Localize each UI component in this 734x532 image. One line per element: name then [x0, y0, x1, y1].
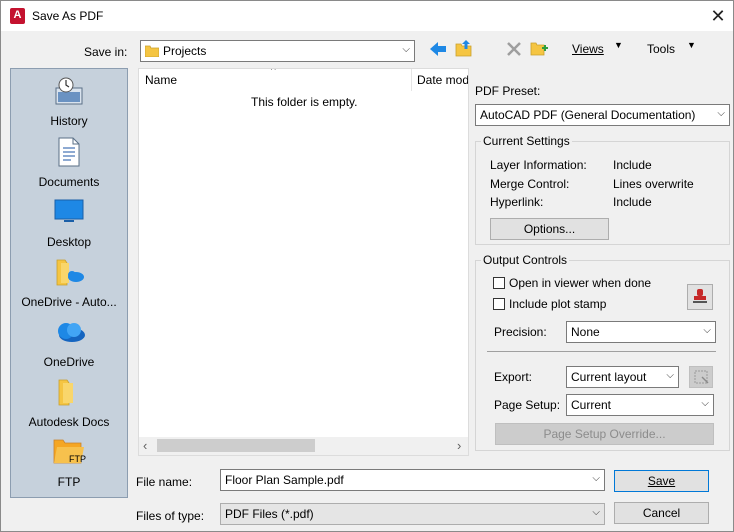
- tools-dropdown-arrow-icon[interactable]: ▼: [687, 40, 696, 50]
- chevron-down-icon: ⌵: [701, 398, 709, 409]
- back-arrow-icon[interactable]: [429, 41, 447, 57]
- documents-icon: [58, 137, 80, 167]
- include-plot-stamp-checkbox[interactable]: [493, 298, 505, 310]
- sort-ascending-icon: ^: [271, 68, 276, 76]
- place-label: OneDrive - Auto...: [21, 295, 117, 309]
- onedrive-cloud-icon: [58, 323, 85, 342]
- delete-icon[interactable]: [506, 41, 522, 57]
- save-as-pdf-dialog: A Save As PDF ✕ Save in: Projects ⌵ View…: [0, 0, 734, 532]
- include-plot-stamp-label[interactable]: Include plot stamp: [509, 297, 606, 311]
- place-onedrive[interactable]: OneDrive: [11, 315, 127, 373]
- place-documents[interactable]: Documents: [11, 135, 127, 193]
- chevron-down-icon: ⌵: [592, 507, 600, 518]
- views-dropdown-arrow-icon[interactable]: ▼: [614, 40, 623, 50]
- history-icon: [55, 77, 83, 105]
- save-in-value: Projects: [163, 44, 207, 58]
- output-controls-title: Output Controls: [481, 253, 570, 267]
- hyperlink-label: Hyperlink:: [490, 195, 544, 209]
- views-menu[interactable]: Views: [572, 42, 604, 56]
- save-button[interactable]: Save: [614, 470, 709, 492]
- place-label: FTP: [57, 475, 81, 489]
- onedrive-folder-icon: [56, 259, 84, 286]
- stamp-icon: [693, 289, 707, 303]
- hyperlink-value: Include: [613, 195, 652, 209]
- place-label: History: [50, 114, 88, 128]
- save-button-label: Save: [647, 474, 676, 488]
- current-settings-title: Current Settings: [481, 134, 572, 148]
- precision-dropdown[interactable]: None ⌵: [566, 321, 716, 343]
- pdf-preset-dropdown[interactable]: AutoCAD PDF (General Documentation) ⌵: [475, 104, 730, 126]
- save-in-label: Save in:: [84, 45, 128, 59]
- pdf-preset-value: AutoCAD PDF (General Documentation): [480, 108, 696, 122]
- precision-value: None: [571, 325, 600, 339]
- precision-label: Precision:: [494, 325, 547, 339]
- export-selection-button[interactable]: [689, 366, 713, 388]
- save-in-dropdown[interactable]: Projects ⌵: [140, 40, 415, 62]
- open-in-viewer-checkbox[interactable]: [493, 277, 505, 289]
- place-autodesk-docs[interactable]: Autodesk Docs: [11, 375, 127, 433]
- scroll-left-icon[interactable]: ‹: [143, 438, 147, 453]
- create-new-folder-icon[interactable]: [530, 39, 548, 57]
- merge-control-label: Merge Control:: [490, 177, 570, 191]
- desktop-icon: [54, 199, 84, 222]
- selection-icon: [694, 370, 709, 384]
- layer-information-value: Include: [613, 158, 652, 172]
- chevron-down-icon: ⌵: [717, 108, 725, 119]
- horizontal-scrollbar[interactable]: ‹ ›: [139, 437, 468, 455]
- place-label: Desktop: [46, 235, 92, 249]
- column-header-name[interactable]: Name: [145, 73, 177, 87]
- chevron-down-icon: ⌵: [592, 473, 600, 484]
- column-header-date-modified[interactable]: Date mod: [417, 73, 468, 87]
- ftp-badge: FTP: [69, 454, 86, 464]
- place-label: OneDrive: [43, 355, 95, 369]
- autodesk-docs-folder-icon: [58, 379, 73, 406]
- files-of-type-dropdown[interactable]: PDF Files (*.pdf) ⌵: [220, 503, 605, 525]
- files-of-type-label: Files of type:: [136, 509, 205, 523]
- page-setup-label: Page Setup:: [494, 398, 561, 412]
- page-setup-override-button[interactable]: Page Setup Override...: [495, 423, 714, 445]
- close-icon[interactable]: ✕: [705, 5, 731, 27]
- options-button[interactable]: Options...: [490, 218, 609, 240]
- scrollbar-thumb[interactable]: [157, 439, 315, 452]
- up-one-level-icon[interactable]: [455, 39, 473, 57]
- export-label: Export:: [494, 370, 533, 384]
- file-list-header: Name ^ Date mod: [139, 68, 468, 91]
- page-setup-dropdown[interactable]: Current ⌵: [566, 394, 714, 416]
- chevron-down-icon: ⌵: [703, 325, 711, 336]
- layer-information-label: Layer Information:: [490, 158, 587, 172]
- file-name-label: File name:: [136, 475, 193, 489]
- autocad-app-icon: A: [10, 8, 25, 24]
- cancel-button[interactable]: Cancel: [614, 502, 709, 524]
- place-onedrive-autodesk[interactable]: OneDrive - Auto...: [11, 255, 127, 313]
- places-bar: History Documents Desktop OneDrive - Aut…: [10, 68, 128, 498]
- chevron-down-icon: ⌵: [666, 370, 674, 381]
- export-value: Current layout: [571, 370, 647, 384]
- merge-control-value: Lines overwrite: [613, 177, 694, 191]
- open-in-viewer-label[interactable]: Open in viewer when done: [509, 276, 651, 290]
- files-of-type-value: PDF Files (*.pdf): [225, 507, 314, 521]
- section-divider: [487, 351, 716, 352]
- page-setup-value: Current: [571, 398, 612, 412]
- plot-stamp-settings-button[interactable]: [687, 284, 713, 310]
- chevron-down-icon: ⌵: [402, 44, 410, 55]
- folder-icon: [145, 45, 159, 57]
- pdf-preset-label: PDF Preset:: [475, 84, 541, 98]
- file-list[interactable]: Name ^ Date mod This folder is empty. ‹ …: [138, 68, 469, 456]
- place-label: Autodesk Docs: [28, 415, 110, 429]
- export-dropdown[interactable]: Current layout ⌵: [566, 366, 679, 388]
- title-bar: A Save As PDF ✕: [1, 1, 733, 31]
- file-name-value: Floor Plan Sample.pdf: [225, 473, 344, 487]
- place-desktop[interactable]: Desktop: [11, 195, 127, 253]
- place-history[interactable]: History: [11, 73, 127, 131]
- empty-folder-message: This folder is empty.: [251, 95, 358, 109]
- tools-menu[interactable]: Tools: [647, 42, 675, 56]
- file-name-input[interactable]: Floor Plan Sample.pdf ⌵: [220, 469, 605, 491]
- place-label: Documents: [38, 175, 100, 189]
- scroll-right-icon[interactable]: ›: [457, 438, 461, 453]
- window-title: Save As PDF: [32, 9, 104, 23]
- column-divider[interactable]: [411, 69, 412, 91]
- place-ftp[interactable]: FTP FTP: [11, 435, 127, 493]
